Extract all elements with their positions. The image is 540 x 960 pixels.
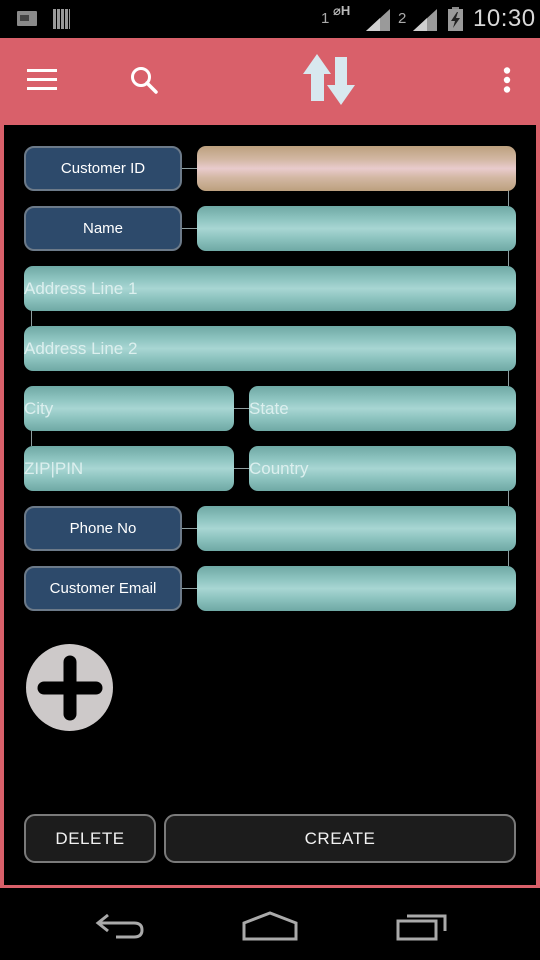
- battery-charging-icon: [448, 7, 463, 31]
- sim1-label: 1: [321, 10, 330, 27]
- data-indicator: ⌀H: [333, 3, 351, 18]
- connector-line: [234, 468, 249, 469]
- back-icon: [95, 913, 144, 939]
- add-button[interactable]: [26, 644, 113, 731]
- connector-line: [31, 310, 32, 326]
- name-input[interactable]: [197, 206, 516, 251]
- sort-icon: [303, 54, 355, 105]
- clock: 10:30: [473, 5, 536, 32]
- connector-line: [508, 250, 509, 266]
- connector-line: [182, 228, 197, 229]
- barcode-notification-icon: [53, 9, 70, 29]
- create-button[interactable]: CREATE: [164, 814, 516, 863]
- signal-icon: [366, 9, 390, 31]
- menu-icon: [27, 69, 57, 90]
- navigation-bar: [0, 888, 540, 960]
- email-label[interactable]: Customer Email: [24, 566, 182, 611]
- address-line-1-input[interactable]: [24, 266, 516, 311]
- address-line-2-input[interactable]: [24, 326, 516, 371]
- connector-line: [31, 430, 32, 446]
- customer-id-label[interactable]: Customer ID: [24, 146, 182, 191]
- signal-icon: [413, 9, 437, 31]
- connector-line: [508, 490, 509, 506]
- overflow-menu-icon: [503, 67, 511, 93]
- home-icon: [242, 911, 298, 941]
- status-bar: 1 ⌀H 2 10:30: [0, 0, 540, 38]
- country-input[interactable]: [249, 446, 516, 491]
- city-input[interactable]: [24, 386, 234, 431]
- connector-line: [182, 168, 197, 169]
- connector-line: [182, 528, 197, 529]
- menu-button[interactable]: [20, 60, 64, 100]
- phone-input[interactable]: [197, 506, 516, 551]
- connector-line: [182, 588, 197, 589]
- state-input[interactable]: [249, 386, 516, 431]
- zip-input[interactable]: [24, 446, 234, 491]
- phone-label[interactable]: Phone No: [24, 506, 182, 551]
- search-button[interactable]: [122, 60, 166, 100]
- recent-apps-button[interactable]: [387, 906, 457, 946]
- email-input[interactable]: [197, 566, 516, 611]
- action-bar: [0, 38, 540, 125]
- recent-apps-icon: [396, 914, 447, 941]
- delete-button[interactable]: DELETE: [24, 814, 156, 863]
- back-button[interactable]: [85, 906, 155, 946]
- connector-line: [234, 408, 249, 409]
- sort-button[interactable]: [292, 48, 368, 112]
- name-label[interactable]: Name: [24, 206, 182, 251]
- sim2-label: 2: [398, 10, 407, 27]
- connector-line: [508, 370, 509, 386]
- overflow-menu-button[interactable]: [490, 60, 524, 100]
- customer-id-input[interactable]: [197, 146, 516, 191]
- connector-line: [508, 190, 509, 206]
- connector-line: [508, 550, 509, 566]
- search-icon: [131, 67, 158, 94]
- home-button[interactable]: [235, 906, 305, 946]
- screenshot-notification-icon: [17, 11, 37, 26]
- plus-icon: [37, 655, 102, 720]
